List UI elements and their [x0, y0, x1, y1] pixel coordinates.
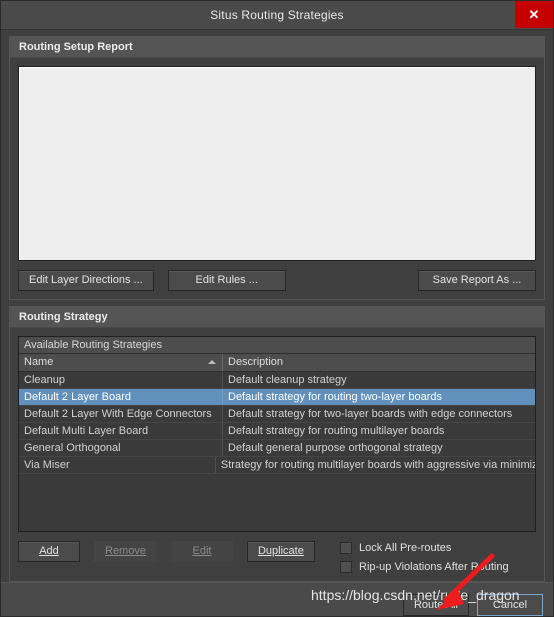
strategy-button-cluster: Add Remove Edit Duplicate [18, 541, 315, 562]
cell-name: Default 2 Layer With Edge Connectors [19, 406, 223, 422]
table-row[interactable]: General Orthogonal Default general purpos… [19, 440, 535, 457]
lock-all-pre-routes-checkbox-row[interactable]: Lock All Pre-routes [340, 542, 536, 554]
routing-strategy-group: Routing Strategy Available Routing Strat… [9, 306, 545, 582]
report-button-row: Edit Layer Directions ... Edit Rules ...… [18, 270, 536, 291]
dialog-footer: Route All Cancel [1, 582, 553, 616]
cell-description: Default strategy for two-layer boards wi… [228, 408, 513, 420]
column-header-name-label: Name [24, 356, 54, 368]
lock-all-pre-routes-checkbox[interactable] [340, 542, 352, 554]
rip-up-violations-label: Rip-up Violations After Routing [359, 561, 509, 573]
remove-button-label: Remove [105, 545, 146, 557]
routing-strategy-header: Routing Strategy [10, 307, 544, 328]
strategy-bottom-controls: Add Remove Edit Duplicate Lock All Pre-r… [18, 541, 536, 573]
table-body: Cleanup Default cleanup strategy Default 2… [19, 372, 535, 531]
add-button[interactable]: Add [18, 541, 80, 562]
duplicate-button[interactable]: Duplicate [246, 541, 315, 562]
cell-name: Default 2 Layer Board [19, 389, 223, 405]
table-row[interactable]: Cleanup Default cleanup strategy [19, 372, 535, 389]
cell-name: Via Miser [19, 457, 216, 473]
cancel-button[interactable]: Cancel [477, 594, 543, 616]
table-row[interactable]: Default 2 Layer With Edge Connectors Defa… [19, 406, 535, 423]
remove-button[interactable]: Remove [94, 541, 157, 562]
route-all-button[interactable]: Route All [402, 594, 469, 616]
close-icon[interactable]: ✕ [515, 1, 553, 28]
footer-button-row: Route All Cancel [402, 594, 543, 616]
edit-button[interactable]: Edit [170, 541, 233, 562]
table-row[interactable]: Default 2 Layer Board Default strategy fo… [19, 389, 535, 406]
duplicate-button-label: Duplicate [257, 545, 304, 557]
situs-routing-strategies-dialog: Situs Routing Strategies ✕ Routing Setup… [0, 0, 554, 617]
table-row[interactable]: Via Miser Strategy for routing multilayer… [19, 457, 535, 474]
cell-description: Default strategy for routing multilayer … [228, 425, 445, 437]
save-report-as-button[interactable]: Save Report As ... [418, 270, 536, 291]
edit-button-label: Edit [192, 545, 212, 557]
column-header-name[interactable]: Name [19, 354, 223, 371]
edit-layer-directions-button[interactable]: Edit Layer Directions ... [18, 270, 154, 291]
cell-name: Cleanup [19, 372, 223, 388]
cell-description: Default strategy for routing two-layer b… [228, 391, 442, 403]
cell-name: Default Multi Layer Board [19, 423, 223, 439]
title-bar: Situs Routing Strategies ✕ [1, 1, 553, 30]
routing-setup-report-body: Edit Layer Directions ... Edit Rules ...… [10, 58, 544, 299]
routing-strategy-body: Available Routing Strategies Name Descri… [10, 328, 544, 581]
routing-setup-report-header: Routing Setup Report [10, 37, 544, 58]
report-text-area[interactable] [18, 66, 536, 261]
add-button-label: Add [39, 545, 59, 557]
table-row[interactable]: Default Multi Layer Board Default strateg… [19, 423, 535, 440]
sort-ascending-icon [208, 360, 216, 364]
cell-description: Strategy for routing multilayer boards w… [220, 459, 535, 471]
cell-description: Default cleanup strategy [228, 374, 347, 386]
window-title: Situs Routing Strategies [210, 8, 344, 22]
rip-up-violations-checkbox-row[interactable]: Rip-up Violations After Routing [340, 561, 536, 573]
cell-description: Default general purpose orthogonal strat… [228, 442, 443, 454]
edit-rules-button[interactable]: Edit Rules ... [167, 270, 286, 291]
strategy-checkbox-cluster: Lock All Pre-routes Rip-up Violations Af… [340, 541, 536, 573]
rip-up-violations-checkbox[interactable] [340, 561, 352, 573]
routing-setup-report-group: Routing Setup Report Edit Layer Directio… [9, 36, 545, 300]
available-routing-strategies-table: Available Routing Strategies Name Descri… [18, 336, 536, 532]
lock-all-pre-routes-label: Lock All Pre-routes [359, 542, 452, 554]
cell-name: General Orthogonal [19, 440, 223, 456]
column-header-description[interactable]: Description [223, 354, 535, 371]
table-caption: Available Routing Strategies [19, 337, 535, 354]
table-header-row: Name Description [19, 354, 535, 372]
